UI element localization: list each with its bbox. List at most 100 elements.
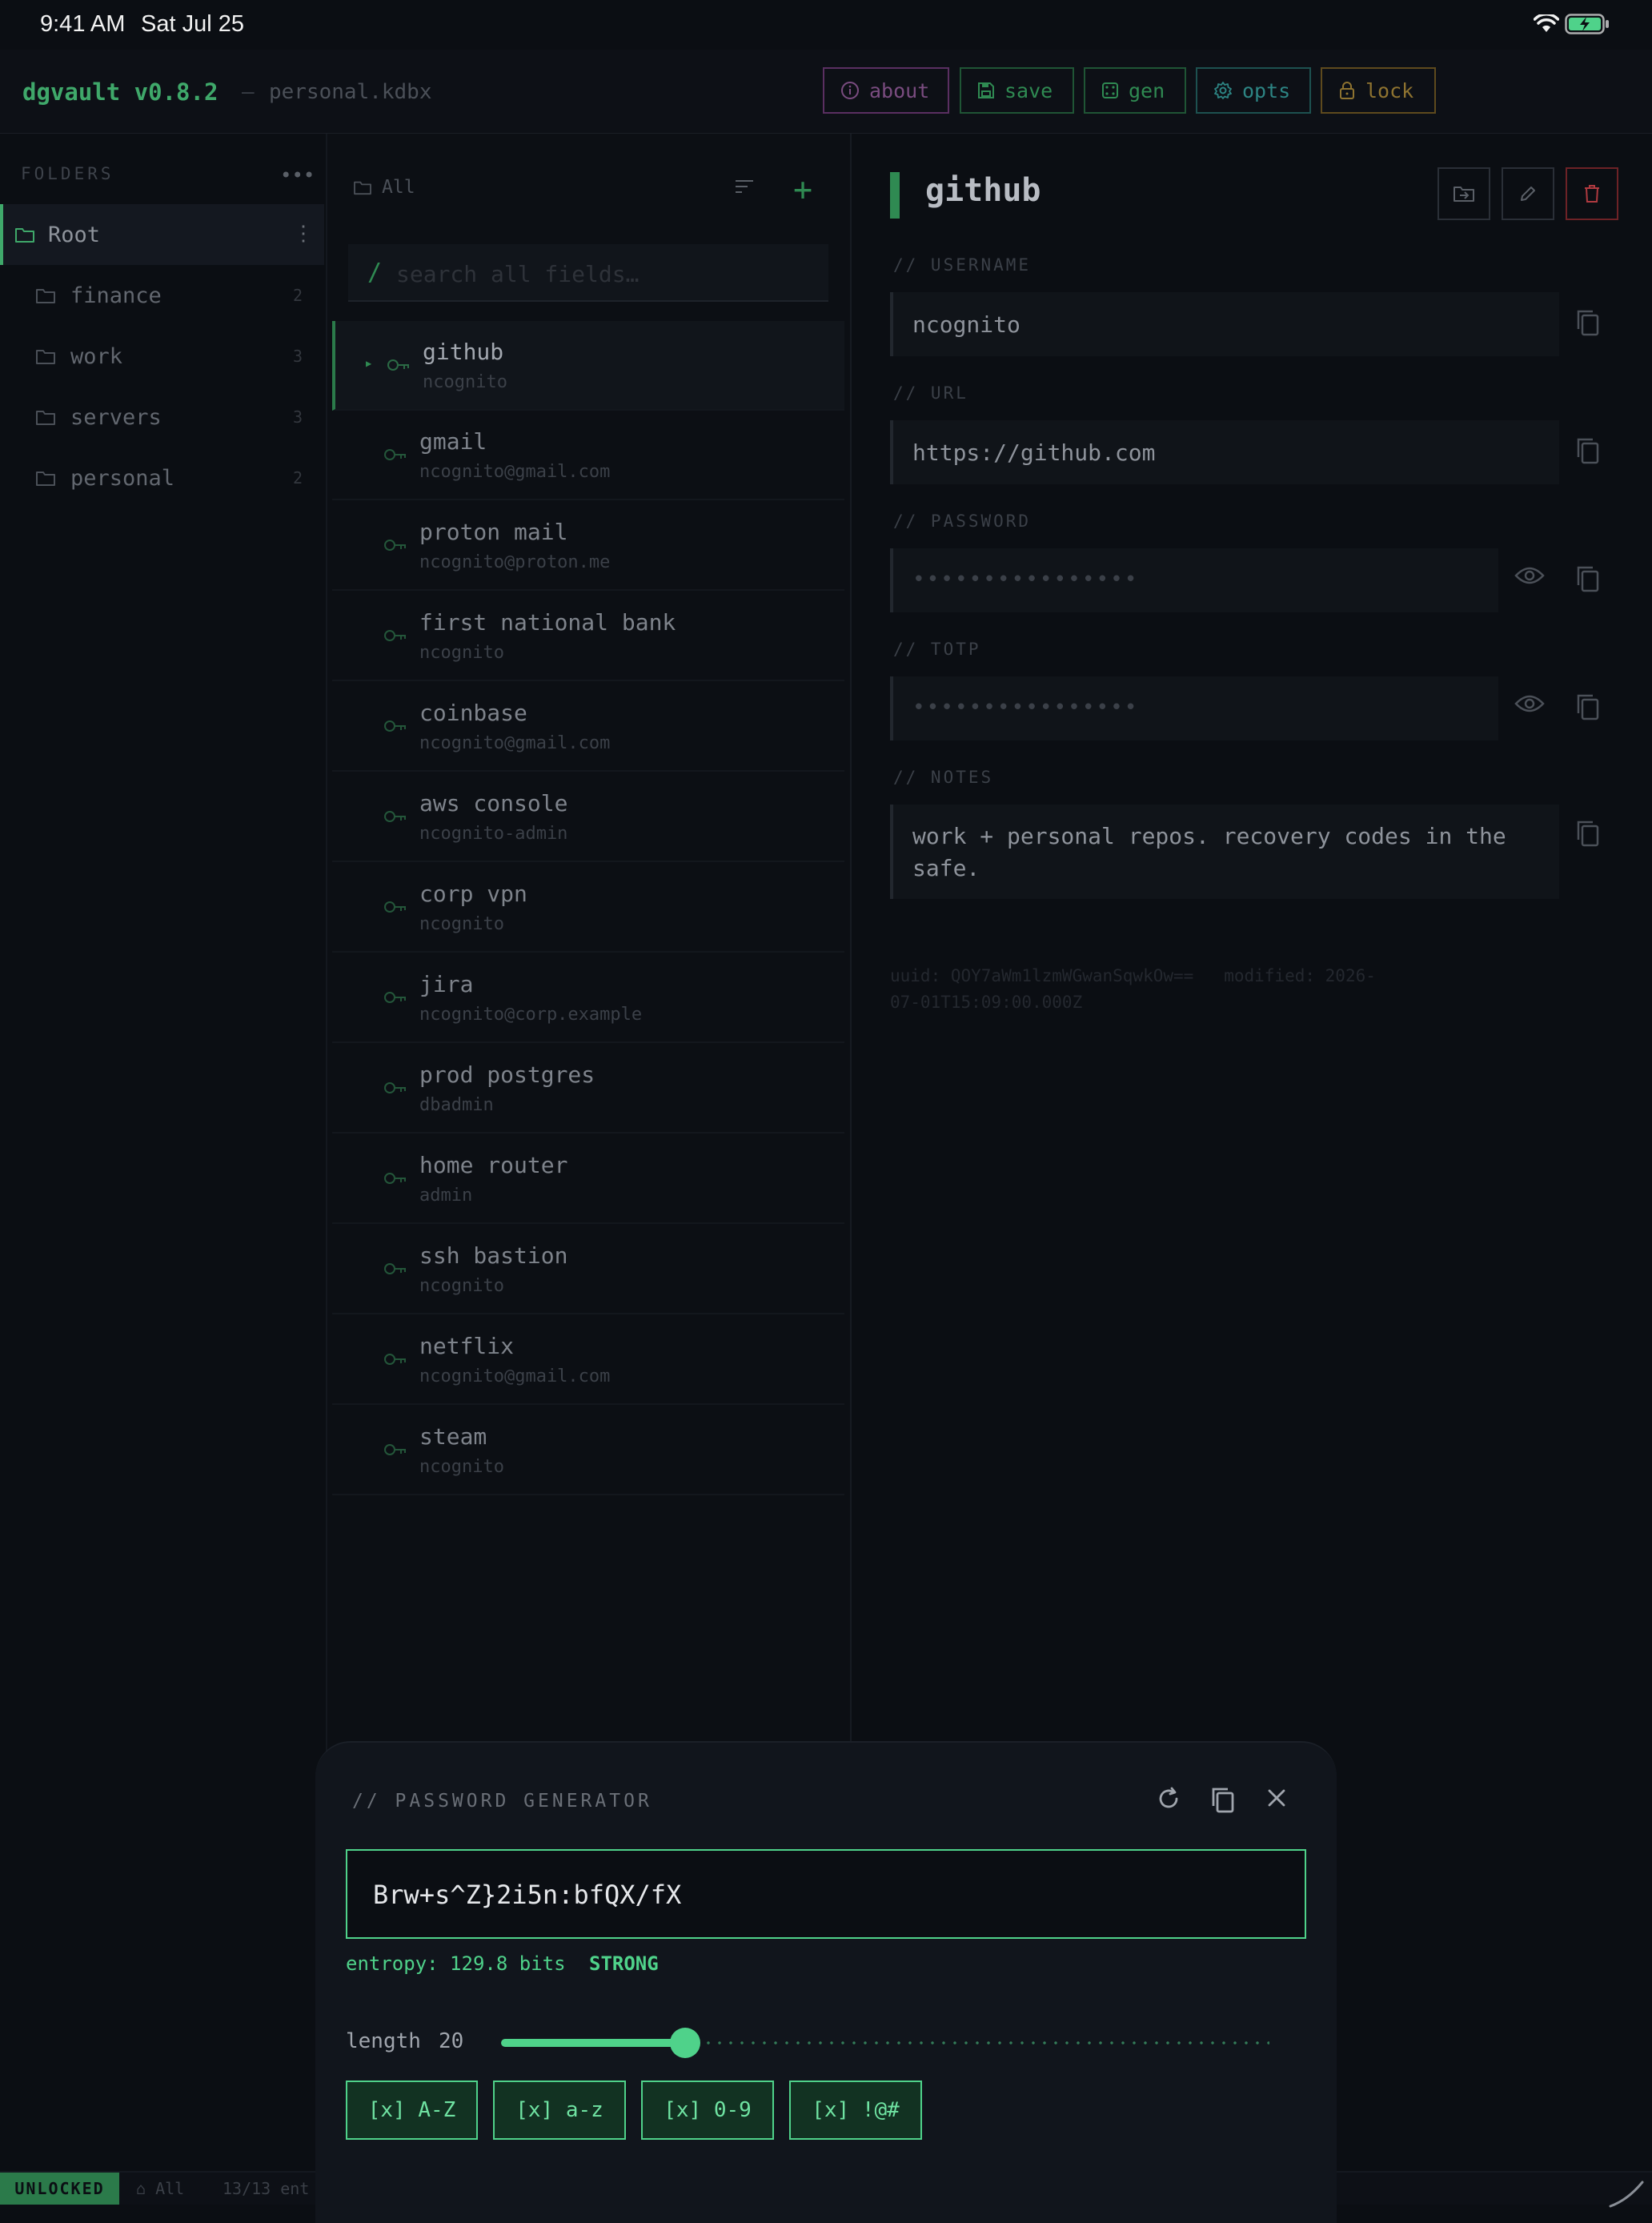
- folder-icon: [35, 408, 56, 426]
- save-button[interactable]: save: [960, 67, 1074, 114]
- entry-username: ncognito: [423, 372, 507, 392]
- wifi-icon: [1534, 14, 1559, 34]
- options-button[interactable]: opts: [1196, 67, 1311, 114]
- entry-name: aws console: [419, 790, 568, 817]
- entry-username: ncognito@gmail.com: [419, 462, 611, 482]
- username-label: // USERNAME: [893, 255, 1032, 275]
- key-icon: [383, 809, 407, 824]
- resize-handle-icon[interactable]: [1604, 2176, 1646, 2208]
- reveal-totp-eye-icon[interactable]: [1514, 692, 1545, 715]
- key-icon: [383, 447, 407, 462]
- generated-password-box[interactable]: Brw+s^Z}2i5n:bfQX/fX: [346, 1849, 1306, 1939]
- entry-item-corp-vpn[interactable]: corp vpn ncognito: [332, 863, 844, 953]
- entry-item-jira[interactable]: jira ncognito@corp.example: [332, 953, 844, 1043]
- folder-count: 2: [293, 468, 303, 488]
- option-digits-toggle[interactable]: [x] 0-9: [641, 2081, 774, 2140]
- folder-count: 3: [293, 347, 303, 366]
- folder-count: 2: [293, 286, 303, 305]
- about-label: about: [869, 78, 930, 102]
- length-label: length: [346, 2029, 421, 2053]
- copy-totp-icon[interactable]: [1575, 692, 1601, 721]
- title-separator: —: [242, 80, 255, 104]
- pencil-icon: [1518, 184, 1538, 203]
- entry-username: ncognito@proton.me: [419, 552, 611, 572]
- copy-password-icon[interactable]: [1210, 1786, 1236, 1813]
- copy-password-icon[interactable]: [1575, 564, 1601, 593]
- copy-username-icon[interactable]: [1575, 308, 1601, 337]
- folder-item-servers[interactable]: servers 3: [0, 387, 324, 447]
- app-title: dgvault v0.8.2: [22, 78, 219, 106]
- totp-field[interactable]: ••••••••••••••••: [890, 676, 1498, 740]
- option-symbols-toggle[interactable]: [x] !@#: [789, 2081, 922, 2140]
- folder-item-root[interactable]: Root ⋮: [0, 204, 324, 265]
- entry-item-gmail[interactable]: gmail ncognito@gmail.com: [332, 411, 844, 500]
- username-field[interactable]: ncognito: [890, 292, 1559, 356]
- entry-name: ssh bastion: [419, 1242, 568, 1269]
- option-lowercase-toggle[interactable]: [x] a-z: [493, 2081, 626, 2140]
- entry-name: corp vpn: [419, 881, 527, 907]
- battery-charging-icon: [1565, 14, 1610, 34]
- entry-item-proton-mail[interactable]: proton mail ncognito@proton.me: [332, 501, 844, 591]
- more-horizontal-icon[interactable]: •••: [280, 164, 315, 187]
- option-uppercase-toggle[interactable]: [x] A-Z: [346, 2081, 478, 2140]
- search-prefix: /: [367, 259, 383, 287]
- move-entry-button[interactable]: [1437, 167, 1490, 220]
- notes-field[interactable]: work + personal repos. recovery codes in…: [890, 805, 1559, 899]
- entry-username: ncognito: [419, 1457, 504, 1477]
- regenerate-refresh-icon[interactable]: [1156, 1786, 1181, 1812]
- generator-title: // PASSWORD GENERATOR: [352, 1791, 652, 1812]
- app-header: dgvault v0.8.2 — personal.kdbx about sav…: [0, 50, 1652, 134]
- reveal-password-eye-icon[interactable]: [1514, 564, 1545, 587]
- close-icon[interactable]: [1265, 1786, 1289, 1810]
- entry-item-coinbase[interactable]: coinbase ncognito@gmail.com: [332, 682, 844, 772]
- add-entry-icon[interactable]: +: [793, 174, 812, 206]
- url-field[interactable]: https://github.com: [890, 420, 1559, 484]
- copy-notes-icon[interactable]: [1575, 819, 1601, 848]
- folder-icon: [35, 347, 56, 365]
- folder-item-finance[interactable]: finance 2: [0, 265, 324, 326]
- key-icon: [383, 990, 407, 1005]
- length-slider[interactable]: [501, 2023, 1269, 2063]
- folder-label: finance: [70, 283, 162, 308]
- key-icon: [383, 628, 407, 643]
- password-generator-sheet: // PASSWORD GENERATOR Brw+s^Z}2i5n:bfQX/…: [315, 1741, 1337, 2223]
- save-icon: [977, 82, 995, 99]
- key-icon: [383, 538, 407, 552]
- copy-url-icon[interactable]: [1575, 436, 1601, 465]
- entry-item-home-router[interactable]: home router admin: [332, 1134, 844, 1224]
- entry-item-netflix[interactable]: netflix ncognito@gmail.com: [332, 1315, 844, 1405]
- key-icon: [383, 1443, 407, 1457]
- entry-item-ssh-bastion[interactable]: ssh bastion ncognito: [332, 1225, 844, 1314]
- username-value: ncognito: [912, 311, 1020, 338]
- folder-icon: [35, 469, 56, 487]
- password-field[interactable]: ••••••••••••••••: [890, 548, 1498, 612]
- length-value: 20: [439, 2029, 464, 2053]
- key-icon: [387, 358, 411, 372]
- generator-button[interactable]: gen: [1084, 67, 1186, 114]
- sort-icon[interactable]: [734, 179, 755, 195]
- slider-thumb[interactable]: [670, 2028, 700, 2058]
- entry-item-github[interactable]: ▶ github ncognito: [332, 321, 844, 411]
- folder-label: personal: [70, 465, 175, 491]
- lock-icon: [1338, 81, 1356, 100]
- folder-item-work[interactable]: work 3: [0, 326, 324, 387]
- entry-item-aws-console[interactable]: aws console ncognito-admin: [332, 772, 844, 862]
- lock-button[interactable]: lock: [1321, 67, 1436, 114]
- entry-name: prod postgres: [419, 1061, 595, 1088]
- delete-entry-button[interactable]: [1566, 167, 1618, 220]
- edit-entry-button[interactable]: [1502, 167, 1554, 220]
- entry-item-steam[interactable]: steam ncognito: [332, 1406, 844, 1495]
- about-button[interactable]: about: [823, 67, 949, 114]
- save-label: save: [1004, 78, 1053, 102]
- folder-item-personal[interactable]: personal 2: [0, 447, 324, 508]
- password-label: // PASSWORD: [893, 512, 1032, 531]
- notes-label: // NOTES: [893, 768, 994, 787]
- notes-value: work + personal repos. recovery codes in…: [912, 823, 1506, 881]
- generated-password: Brw+s^Z}2i5n:bfQX/fX: [373, 1880, 682, 1910]
- folder-icon: [14, 226, 35, 243]
- search-input[interactable]: [395, 255, 814, 292]
- entry-item-first-national-bank[interactable]: first national bank ncognito: [332, 592, 844, 681]
- entry-item-prod-postgres[interactable]: prod postgres dbadmin: [332, 1044, 844, 1134]
- more-vertical-icon[interactable]: ⋮: [293, 222, 314, 246]
- entry-username: ncognito: [419, 914, 504, 934]
